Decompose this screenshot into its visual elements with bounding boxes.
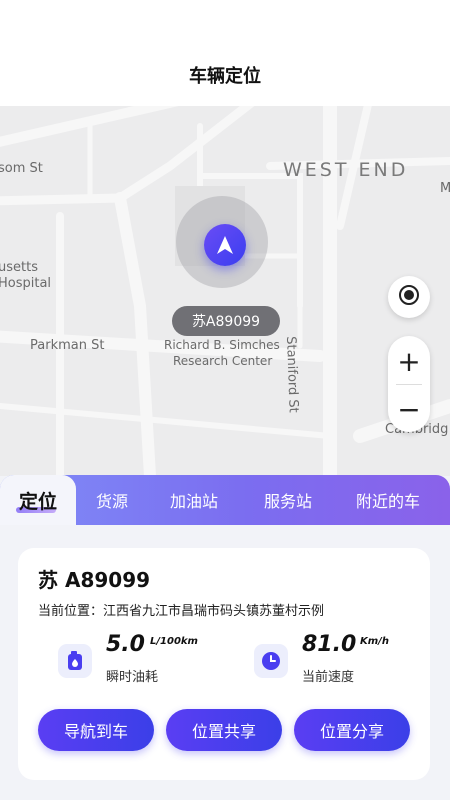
vehicle-tag[interactable]: 苏A89099 xyxy=(172,306,280,336)
tab-bar: 定位 货源 加油站 服务站 附近的车 xyxy=(0,475,450,525)
fuel-can-icon xyxy=(58,644,92,678)
fuel-label: 瞬时油耗 xyxy=(106,670,159,685)
speed-unit: Km/h xyxy=(360,636,389,647)
street-label: Staniford St xyxy=(283,336,301,414)
poi-label: Richard B. Simches xyxy=(164,338,280,352)
tab-label: 定位 xyxy=(18,490,57,513)
fuel-value: 5.0 xyxy=(106,632,145,657)
zoom-control: + − xyxy=(388,336,430,432)
poi-label: Research Center xyxy=(173,354,273,368)
vehicle-card: 苏 A89099 当前位置：江西省九江市昌瑞市码头镇苏董村示例 5.0 L/10… xyxy=(18,548,430,780)
street-label: Parkman St xyxy=(30,338,105,353)
map-view[interactable]: som St WEST END M usetts Hospital Parkma… xyxy=(0,106,450,476)
street-label: M xyxy=(440,181,450,196)
district-label: WEST END xyxy=(283,159,409,181)
tab-locate[interactable]: 定位 xyxy=(0,475,76,525)
locate-button[interactable] xyxy=(388,276,430,318)
page-title: 车辆定位 xyxy=(189,66,261,87)
tab-cargo[interactable]: 货源 xyxy=(96,475,128,525)
street-label: som St xyxy=(0,161,43,176)
speed-value: 81.0 xyxy=(302,632,357,657)
speed-label: 当前速度 xyxy=(302,670,355,685)
header-bar: 车辆定位 xyxy=(0,0,450,106)
share-location-button[interactable]: 位置分享 xyxy=(294,709,410,751)
zoom-in-button[interactable]: + xyxy=(388,338,430,384)
vehicle-plate: 苏 A89099 xyxy=(38,568,151,592)
navigate-to-car-button[interactable]: 导航到车 xyxy=(38,709,154,751)
current-location: 当前位置：江西省九江市昌瑞市码头镇苏董村示例 xyxy=(38,604,325,619)
vehicle-panel: 苏 A89099 当前位置：江西省九江市昌瑞市码头镇苏董村示例 5.0 L/10… xyxy=(0,525,450,800)
location-sharing-button[interactable]: 位置共享 xyxy=(166,709,282,751)
tab-gas-station[interactable]: 加油站 xyxy=(170,475,218,525)
locate-target-icon xyxy=(398,284,420,310)
navigation-arrow-icon[interactable] xyxy=(204,224,246,266)
divider xyxy=(396,384,422,385)
tab-nearby-vehicles[interactable]: 附近的车 xyxy=(356,475,420,525)
clock-icon xyxy=(254,644,288,678)
street-label: usetts xyxy=(0,260,38,275)
tab-service-station[interactable]: 服务站 xyxy=(264,475,312,525)
fuel-unit: L/100km xyxy=(150,636,198,647)
street-label: Hospital xyxy=(0,276,52,291)
zoom-out-button[interactable]: − xyxy=(388,386,430,432)
